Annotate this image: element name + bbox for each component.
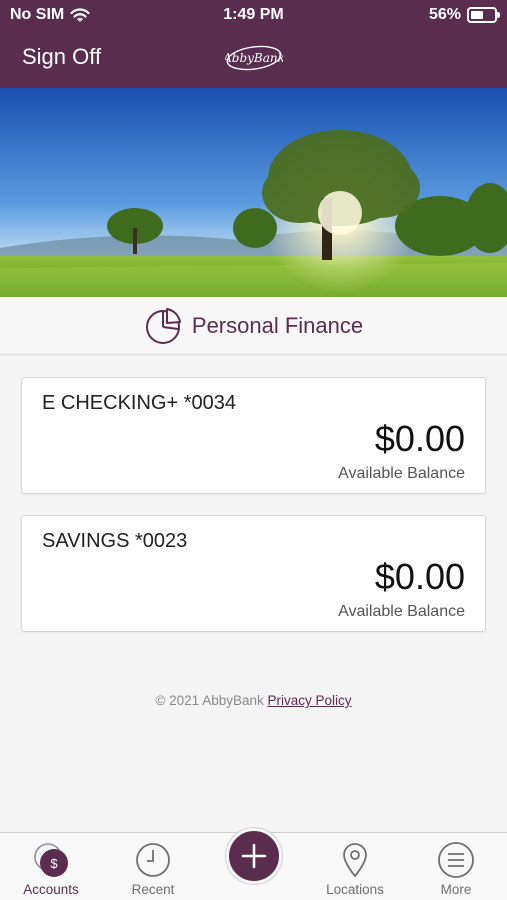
dollar-circle-icon: $: [34, 843, 68, 877]
status-bar: No SIM 1:49 PM 56%: [0, 0, 507, 30]
account-name: E CHECKING+ *0034: [42, 392, 236, 414]
account-card-checking[interactable]: E CHECKING+ *0034 $0.00 Available Balanc…: [21, 377, 486, 494]
account-name: SAVINGS *0023: [42, 530, 188, 552]
tab-label: More: [440, 882, 472, 897]
section-title: Personal Finance: [191, 312, 364, 338]
balance-label: Available Balance: [338, 465, 465, 482]
section-header: Personal Finance: [0, 297, 507, 355]
privacy-policy-link[interactable]: Privacy Policy: [268, 693, 352, 708]
tab-label: Recent: [131, 882, 175, 897]
tab-locations[interactable]: Locations: [305, 833, 405, 900]
balance-label: Available Balance: [338, 603, 465, 620]
map-pin-icon: [343, 843, 367, 878]
sign-off-button[interactable]: Sign Off: [22, 44, 101, 70]
copyright-text: © 2021 AbbyBank: [155, 693, 264, 708]
pie-chart-icon: [145, 307, 181, 344]
battery-group: 56%: [428, 6, 500, 24]
plus-icon: [241, 843, 267, 869]
tab-recent[interactable]: Recent: [103, 833, 203, 900]
abbybank-logo: AbbyBank: [225, 45, 283, 71]
account-balance: $0.00: [374, 556, 465, 597]
top-bar: No SIM 1:49 PM 56% Sign Off AbbyBank: [0, 0, 507, 88]
tab-accounts[interactable]: $ Accounts: [1, 833, 101, 900]
svg-text:$: $: [50, 856, 58, 871]
battery-percent: 56%: [428, 6, 461, 23]
tab-label: Locations: [326, 882, 384, 897]
battery-icon: [467, 7, 500, 23]
footer-note: © 2021 AbbyBank Privacy Policy: [0, 693, 507, 708]
tab-more[interactable]: More: [406, 833, 506, 900]
logo-text: AbbyBank: [225, 51, 283, 65]
nav-row: Sign Off AbbyBank: [0, 40, 507, 80]
menu-icon: [438, 842, 474, 878]
hero-image: [0, 88, 507, 297]
account-card-savings[interactable]: SAVINGS *0023 $0.00 Available Balance: [21, 515, 486, 632]
clock-icon: [136, 843, 170, 877]
account-balance: $0.00: [374, 418, 465, 459]
tab-label: Accounts: [23, 882, 79, 897]
battery-fill: [471, 11, 483, 19]
add-button[interactable]: [226, 828, 282, 884]
